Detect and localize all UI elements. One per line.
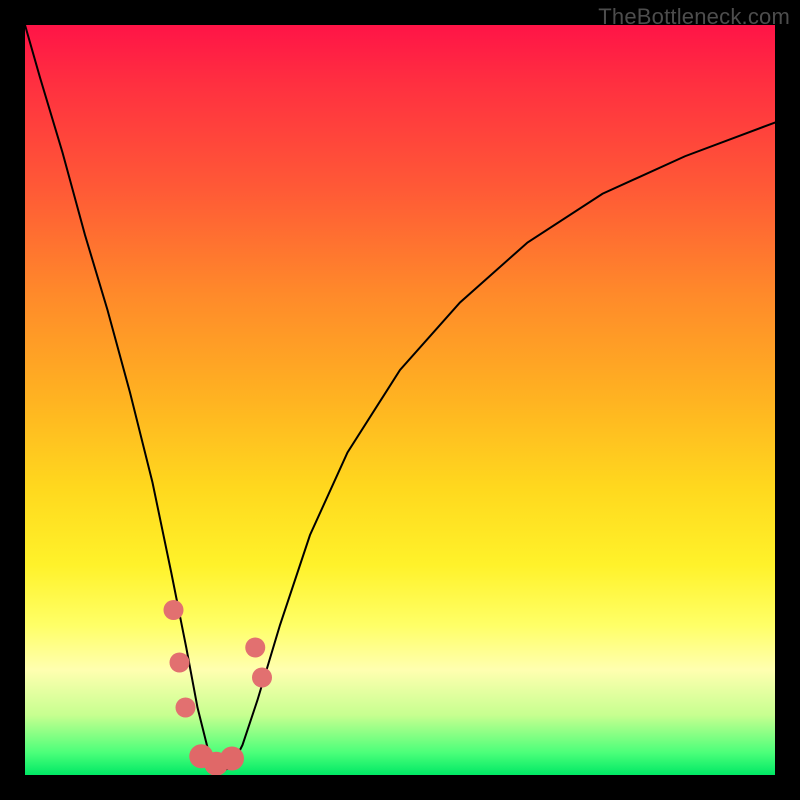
markers-group — [164, 600, 273, 775]
curve-marker-1 — [170, 653, 190, 673]
watermark-text: TheBottleneck.com — [598, 4, 790, 30]
curve-marker-0 — [164, 600, 184, 620]
curve-marker-2 — [176, 698, 196, 718]
chart-stage: TheBottleneck.com — [0, 0, 800, 800]
bottleneck-curve — [25, 25, 775, 771]
plot-area — [25, 25, 775, 775]
curve-overlay — [25, 25, 775, 775]
curve-marker-4 — [252, 668, 272, 688]
curve-marker-3 — [245, 638, 265, 658]
curve-marker-7 — [220, 747, 244, 771]
